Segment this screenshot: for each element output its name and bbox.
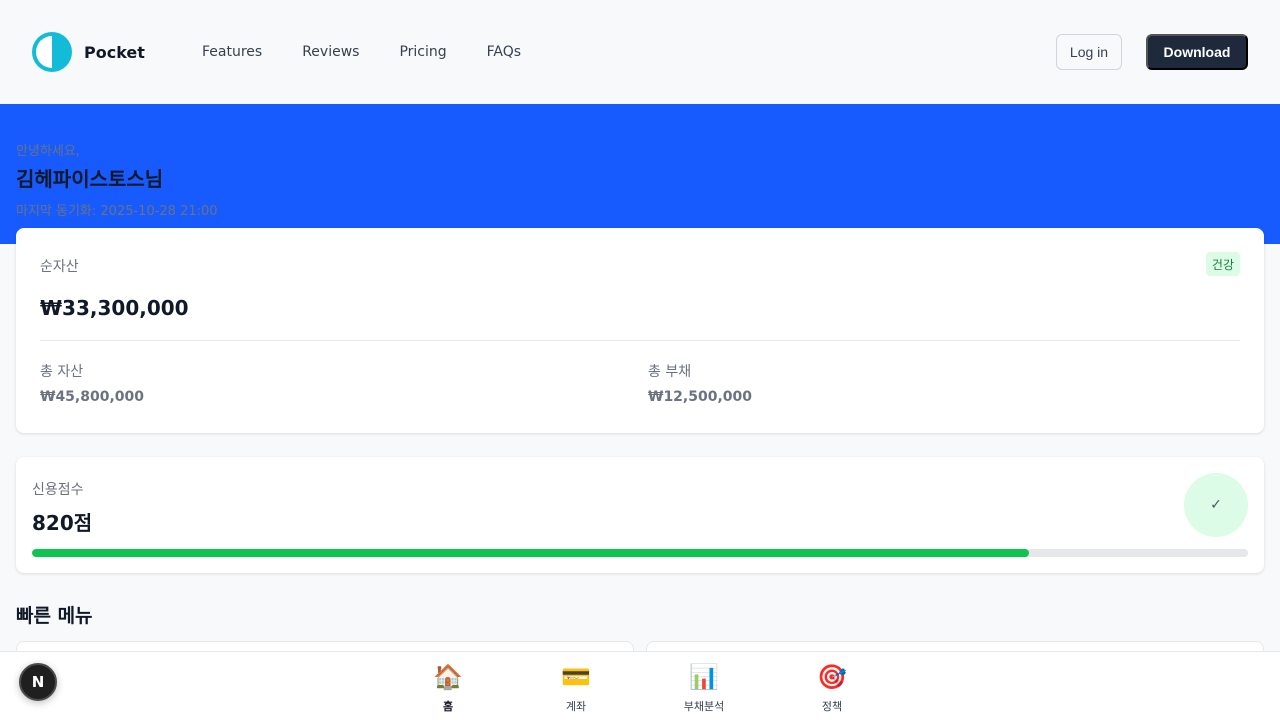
bottom-tab-label: 계좌 (565, 700, 587, 713)
bottom-navigation: 🏠 홈 💳 계좌 📊 부채분석 🎯 정책 (0, 651, 1280, 720)
net-worth-label: 순자산 (40, 259, 79, 275)
total-liabilities-label: 총 부채 (648, 364, 692, 380)
pocket-logo-icon (32, 32, 72, 72)
nav-link-faqs[interactable]: FAQs (487, 42, 521, 62)
bottom-tab-accounts[interactable]: 💳 계좌 (536, 662, 616, 714)
nav-links: Features Reviews Pricing FAQs (202, 42, 521, 62)
download-button[interactable]: Download (1146, 34, 1248, 70)
nav-link-pricing[interactable]: Pricing (399, 42, 446, 62)
divider (40, 340, 1240, 341)
home-icon: 🏠 (433, 663, 463, 691)
credit-score-value: 820점 (32, 511, 93, 535)
bottom-tab-label: 홈 (442, 700, 454, 713)
bottom-tab-label: 정책 (821, 700, 843, 713)
bottom-tab-debt-analysis[interactable]: 📊 부채분석 (664, 662, 744, 714)
credit-score-label: 신용점수 (32, 482, 84, 498)
greeting-text: 안녕하세요, (16, 144, 80, 159)
total-assets-label: 총 자산 (40, 364, 84, 380)
last-sync-text: 마지막 동기화: 2025-10-28 21:00 (16, 204, 218, 219)
username-heading: 김헤파이스토스님 (16, 167, 164, 191)
credit-score-progress-fill (32, 549, 1030, 557)
bottom-tab-label: 부채분석 (683, 700, 725, 713)
hero-banner (0, 104, 1280, 244)
n-badge-button[interactable]: N (19, 663, 57, 701)
brand-name: Pocket (84, 42, 145, 62)
bottom-tab-policy[interactable]: 🎯 정책 (792, 662, 872, 714)
total-liabilities-value: ₩12,500,000 (648, 389, 753, 405)
net-worth-card: 순자산 건강 ₩33,300,000 총 자산 ₩45,800,000 총 부채… (16, 228, 1264, 433)
credit-score-progress (32, 549, 1248, 557)
net-worth-value: ₩33,300,000 (40, 296, 189, 320)
target-icon: 🎯 (817, 663, 847, 691)
bottom-tab-home[interactable]: 🏠 홈 (408, 662, 488, 714)
top-navigation: Pocket Features Reviews Pricing FAQs Log… (0, 0, 1280, 104)
bar-chart-icon: 📊 (689, 663, 719, 691)
login-button[interactable]: Log in (1056, 34, 1122, 70)
credit-score-card[interactable]: 신용점수 820점 ✓ (16, 457, 1264, 573)
credit-card-icon: 💳 (561, 663, 591, 691)
nav-link-features[interactable]: Features (202, 42, 262, 62)
total-assets-value: ₩45,800,000 (40, 389, 145, 405)
status-badge: 건강 (1205, 252, 1240, 276)
check-icon: ✓ (1184, 473, 1248, 537)
nav-link-reviews[interactable]: Reviews (302, 42, 359, 62)
quick-menu-title: 빠른 메뉴 (16, 605, 93, 627)
brand[interactable]: Pocket (32, 32, 145, 72)
